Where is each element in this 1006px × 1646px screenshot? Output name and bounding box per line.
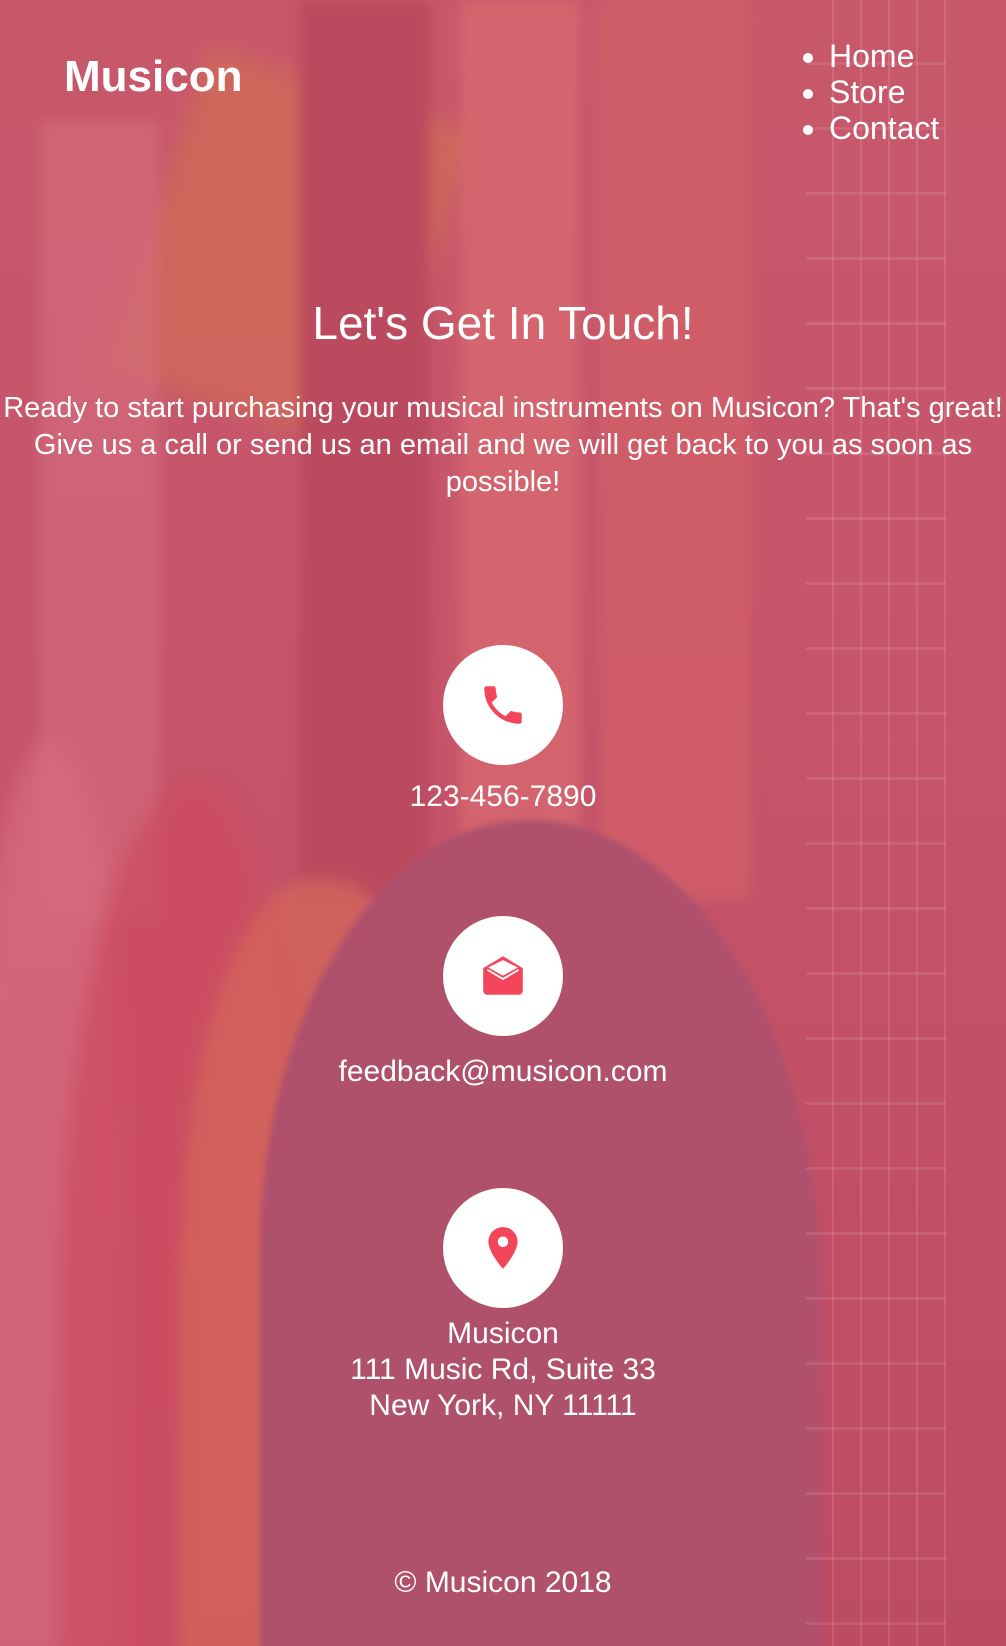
nav-link-store[interactable]: Store [829,74,905,110]
map-pin-icon [488,1227,518,1269]
phone-icon-circle[interactable] [443,645,563,765]
phone-number[interactable]: 123-456-7890 [0,779,1006,815]
address-name: Musicon [447,1317,559,1350]
address-city: New York, NY 11111 [369,1389,637,1422]
location-icon-circle[interactable] [443,1188,563,1308]
envelope-open-icon [483,956,523,995]
address-street: 111 Music Rd, Suite 33 [350,1353,656,1386]
email-address[interactable]: feedback@musicon.com [0,1054,1006,1090]
site-logo[interactable]: Musicon [64,52,242,102]
email-icon-circle[interactable] [443,916,563,1036]
nav-link-home[interactable]: Home [829,38,914,74]
page: Musicon Home Store Contact Let's Get In … [0,0,1006,1646]
main-nav: Home Store Contact [797,38,939,146]
nav-item-contact: Contact [829,110,939,146]
contact-address: Musicon 111 Music Rd, Suite 33 New York,… [0,1188,1006,1424]
contact-email: feedback@musicon.com [0,916,1006,1090]
nav-item-store: Store [829,74,939,110]
footer-copyright: © Musicon 2018 [394,1566,612,1599]
nav-link-contact[interactable]: Contact [829,110,939,146]
phone-icon [484,686,522,724]
page-title: Let's Get In Touch! [312,297,694,349]
intro-text: Ready to start purchasing your musical i… [3,392,1003,498]
contact-phone: 123-456-7890 [0,645,1006,815]
nav-item-home: Home [829,38,939,74]
